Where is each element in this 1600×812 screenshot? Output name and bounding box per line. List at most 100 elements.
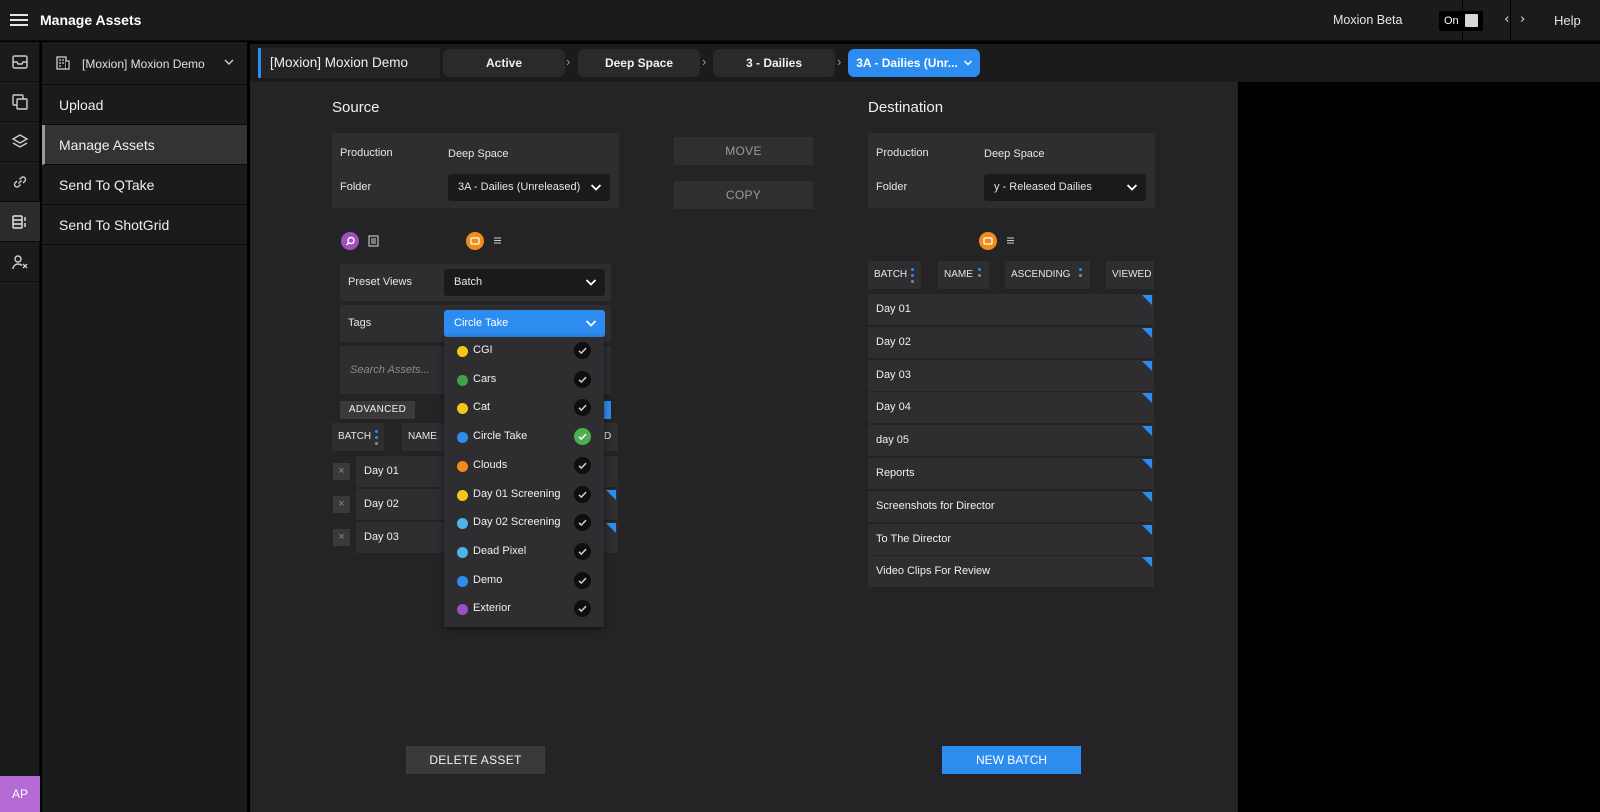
- check-circle-icon[interactable]: [574, 514, 591, 532]
- dest-name-header[interactable]: NAME: [938, 261, 989, 289]
- nav-item-send-to-shotgrid[interactable]: Send To ShotGrid: [42, 205, 247, 245]
- delete-asset-button[interactable]: DELETE ASSET: [406, 746, 545, 774]
- tag-option[interactable]: Day 01 Screening: [444, 481, 604, 510]
- tag-option-label: Cars: [473, 372, 497, 385]
- source-title: Source: [332, 99, 380, 116]
- help-link[interactable]: Help: [1554, 13, 1581, 28]
- tag-option[interactable]: Day 02 Screening: [444, 509, 604, 538]
- search-view-icon[interactable]: [341, 232, 359, 250]
- mail-icon: [12, 54, 28, 69]
- preset-views-label: Preset Views: [348, 276, 412, 288]
- check-circle-icon[interactable]: [574, 342, 591, 359]
- check-circle-icon[interactable]: [574, 428, 591, 446]
- move-button[interactable]: MOVE: [674, 137, 813, 165]
- tags-select[interactable]: Circle Take: [444, 310, 605, 337]
- rail-inbox[interactable]: [0, 42, 40, 82]
- remove-row-icon[interactable]: ×: [333, 463, 350, 480]
- filter-apply-edge[interactable]: [603, 401, 611, 419]
- preset-views-select[interactable]: Batch: [444, 269, 605, 296]
- list-view-icon[interactable]: [368, 235, 379, 247]
- dest-ascending-header[interactable]: ASCENDING: [1005, 261, 1090, 289]
- destination-folder-value: y - Released Dailies: [994, 181, 1092, 193]
- code-icon[interactable]: ‹ ›: [1503, 12, 1526, 27]
- tag-option[interactable]: Dead Pixel: [444, 538, 604, 567]
- check-circle-icon[interactable]: [574, 485, 591, 503]
- copy-button[interactable]: COPY: [674, 181, 813, 209]
- advanced-button[interactable]: ADVANCED: [340, 401, 415, 419]
- dest-viewed-header[interactable]: VIEWED: [1106, 261, 1154, 289]
- rail-link[interactable]: [0, 162, 40, 202]
- folder-label: Folder: [340, 181, 372, 193]
- thumbnail-view-icon[interactable]: [466, 232, 484, 250]
- rail-assets[interactable]: [0, 202, 40, 242]
- destination-row[interactable]: day 05: [868, 425, 1154, 457]
- destination-row[interactable]: To The Director: [868, 523, 1154, 555]
- menu-lines-icon[interactable]: [1006, 236, 1015, 245]
- source-batch-header[interactable]: BATCH: [332, 423, 384, 451]
- destination-row[interactable]: Day 01: [868, 294, 1154, 325]
- breadcrumb-deep-space[interactable]: Deep Space: [578, 49, 700, 77]
- destination-row[interactable]: Screenshots for Director: [868, 490, 1154, 522]
- breadcrumb-active[interactable]: Active: [443, 49, 565, 77]
- check-circle-icon[interactable]: [574, 456, 591, 474]
- source-fields: Production Deep Space Folder 3A - Dailie…: [332, 133, 619, 208]
- breadcrumb-root[interactable]: [Moxion] Moxion Demo: [258, 48, 440, 78]
- rail-copy[interactable]: [0, 82, 40, 122]
- check-circle-icon[interactable]: [574, 542, 591, 560]
- breadcrumb-dailies[interactable]: 3 - Dailies: [713, 49, 835, 77]
- search-assets-input[interactable]: Search Assets...: [350, 364, 430, 376]
- tag-option-label: Exterior: [473, 602, 511, 615]
- tag-option-label: Circle Take: [473, 430, 528, 443]
- unviewed-flag-icon: [1142, 360, 1152, 371]
- dest-batch-header-label: BATCH: [874, 269, 908, 280]
- breadcrumb-current[interactable]: 3A - Dailies (Unr...: [848, 49, 980, 77]
- nav-item-manage-assets[interactable]: Manage Assets: [42, 125, 247, 165]
- nav-item-upload[interactable]: Upload: [42, 85, 247, 125]
- thumbnail-view-icon[interactable]: [979, 232, 997, 250]
- tag-option[interactable]: CGI: [444, 337, 604, 366]
- tag-option[interactable]: Circle Take: [444, 423, 604, 452]
- dest-batch-header[interactable]: BATCH: [868, 261, 921, 289]
- tag-option-label: Clouds: [473, 458, 508, 471]
- source-row-label: Day 01: [364, 465, 399, 477]
- check-circle-icon[interactable]: [574, 399, 591, 417]
- check-circle-icon[interactable]: [574, 600, 591, 618]
- chevron-right-icon: ›: [702, 54, 707, 69]
- tag-option[interactable]: Exterior: [444, 595, 604, 624]
- check-circle-icon[interactable]: [574, 571, 591, 589]
- destination-row-label: Day 02: [876, 335, 911, 348]
- destination-row[interactable]: Day 04: [868, 392, 1154, 424]
- tag-option[interactable]: Cars: [444, 366, 604, 395]
- monitor-icon: [470, 236, 480, 245]
- menu-lines-icon[interactable]: [493, 236, 502, 245]
- link-icon: [13, 175, 27, 188]
- destination-row[interactable]: Reports: [868, 458, 1154, 489]
- tag-color-dot: [457, 460, 468, 472]
- nav-item-send-to-qtake[interactable]: Send To QTake: [42, 165, 247, 205]
- tag-option[interactable]: Clouds: [444, 452, 604, 481]
- tag-option-label: Dead Pixel: [473, 544, 527, 557]
- breadcrumb: [Moxion] Moxion Demo Active › Deep Space…: [250, 44, 1600, 82]
- tag-option-label: Day 01 Screening: [473, 487, 561, 500]
- source-row-label: Day 02: [364, 498, 399, 510]
- user-avatar[interactable]: AP: [0, 776, 40, 812]
- project-selector[interactable]: [Moxion] Moxion Demo: [42, 42, 247, 85]
- new-batch-button[interactable]: NEW BATCH: [942, 746, 1081, 774]
- source-folder-select[interactable]: 3A - Dailies (Unreleased): [448, 174, 610, 201]
- destination-row[interactable]: Day 02: [868, 326, 1154, 358]
- check-circle-icon[interactable]: [574, 370, 591, 388]
- destination-row-label: Day 03: [876, 368, 911, 381]
- tag-option[interactable]: Demo: [444, 567, 604, 596]
- tag-option[interactable]: Cat: [444, 394, 604, 423]
- destination-row[interactable]: Video Clips For Review: [868, 556, 1154, 588]
- rail-users[interactable]: [0, 242, 40, 282]
- unviewed-flag-icon: [1142, 459, 1152, 469]
- remove-row-icon[interactable]: ×: [333, 529, 350, 546]
- folder-label: Folder: [876, 181, 908, 193]
- destination-row[interactable]: Day 03: [868, 359, 1154, 391]
- remove-row-icon[interactable]: ×: [333, 496, 350, 513]
- beta-toggle[interactable]: On: [1439, 11, 1483, 31]
- rail-layers[interactable]: [0, 122, 40, 162]
- hamburger-menu-icon[interactable]: [10, 11, 28, 29]
- destination-folder-select[interactable]: y - Released Dailies: [984, 174, 1146, 201]
